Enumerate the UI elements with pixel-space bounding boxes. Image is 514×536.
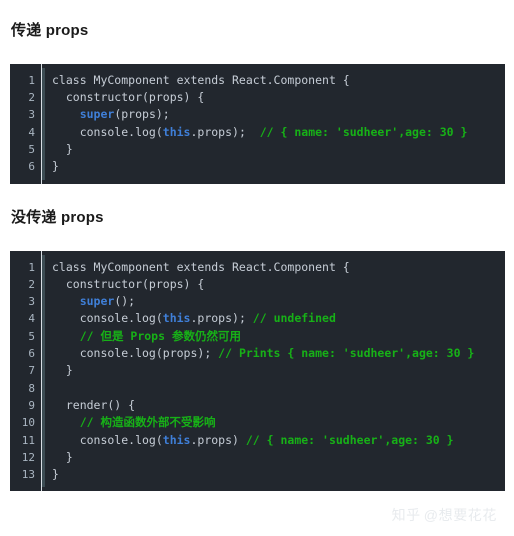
code-token: } bbox=[52, 449, 73, 464]
section-heading-no-props: 没传递 props bbox=[11, 209, 104, 227]
code-block-pass-props: 1 2 3 4 5 6 class MyComponent extends React.C… bbox=[10, 63, 505, 184]
code-token: class MyComponent extends React.Componen… bbox=[52, 259, 350, 274]
line-number-gutter: 1 2 3 4 5 6 bbox=[10, 63, 42, 184]
code-line: } bbox=[52, 449, 505, 466]
code-content[interactable]: class MyComponent extends React.Componen… bbox=[42, 63, 505, 184]
code-line: class MyComponent extends React.Componen… bbox=[52, 72, 505, 89]
code-block-no-props: 1 2 3 4 5 6 7 8 9 10 11 12 13 class MyComponent exte… bbox=[10, 250, 505, 492]
code-token: console.log( bbox=[52, 124, 163, 139]
code-token: } bbox=[52, 159, 59, 174]
code-line: super(props); bbox=[52, 106, 505, 123]
line-number: 5 bbox=[28, 329, 35, 343]
comment-token: // 但是 Props 参数仍然可用 bbox=[79, 328, 241, 343]
comment-token: // Prints { name: 'sudheer',age: 30 } bbox=[218, 346, 475, 361]
line-number: 7 bbox=[28, 364, 35, 378]
line-number: 10 bbox=[21, 416, 35, 430]
code-line: // 构造函数外部不受影响 bbox=[52, 414, 505, 431]
code-token: (); bbox=[114, 294, 136, 309]
keyword-token: this bbox=[162, 124, 191, 139]
line-number: 8 bbox=[28, 381, 35, 395]
comment-token: // { name: 'sudheer',age: 30 } bbox=[245, 432, 454, 447]
code-line: console.log(this.props); // undefined bbox=[52, 310, 505, 327]
watermark-username: @想要花花 bbox=[423, 507, 497, 524]
code-token: .props); bbox=[190, 311, 253, 326]
code-line: } bbox=[52, 141, 505, 158]
watermark-brand: 知乎 bbox=[391, 507, 421, 524]
line-number: 5 bbox=[28, 143, 35, 157]
code-token: console.log( bbox=[52, 432, 163, 447]
article-page: 传递 props 123456 class MyComponent extend… bbox=[0, 12, 514, 536]
code-line: class MyComponent extends React.Componen… bbox=[52, 259, 505, 276]
code-token: constructor(props) { bbox=[52, 276, 205, 291]
line-number: 4 bbox=[28, 125, 35, 139]
code-line: constructor(props) { bbox=[52, 276, 505, 293]
code-line: } bbox=[52, 466, 505, 483]
code-token: (props); bbox=[114, 107, 170, 122]
line-number: 3 bbox=[28, 295, 35, 309]
code-line: console.log(props); // Prints { name: 's… bbox=[52, 345, 505, 362]
line-number-gutter: 1 2 3 4 5 6 7 8 9 10 11 12 13 bbox=[10, 250, 42, 492]
comment-token: // { name: 'sudheer',age: 30 } bbox=[259, 124, 468, 139]
line-number: 2 bbox=[28, 277, 35, 291]
line-number: 9 bbox=[28, 398, 35, 412]
line-number: 1 bbox=[28, 260, 35, 274]
code-token: console.log( bbox=[52, 311, 163, 326]
line-number: 1 bbox=[28, 73, 35, 87]
code-line: constructor(props) { bbox=[52, 89, 505, 106]
code-token: class MyComponent extends React.Componen… bbox=[52, 72, 350, 87]
code-line: console.log(this.props) // { name: 'sudh… bbox=[52, 432, 505, 449]
code-content[interactable]: class MyComponent extends React.Componen… bbox=[42, 250, 505, 492]
code-line: } bbox=[52, 158, 505, 175]
line-number: 6 bbox=[28, 347, 35, 361]
line-number: 3 bbox=[28, 108, 35, 122]
code-token: } bbox=[52, 142, 73, 157]
code-token: .props) bbox=[190, 432, 246, 447]
code-line: console.log(this.props); // { name: 'sud… bbox=[52, 124, 505, 141]
code-token: console.log(props); bbox=[52, 346, 219, 361]
code-line: render() { bbox=[52, 397, 505, 414]
section-heading-pass-props: 传递 props bbox=[11, 22, 89, 40]
line-number: 4 bbox=[28, 312, 35, 326]
code-line: // 但是 Props 参数仍然可用 bbox=[52, 328, 505, 345]
code-token: render() { bbox=[52, 397, 136, 412]
line-number: 6 bbox=[28, 160, 35, 174]
keyword-token: super bbox=[79, 294, 115, 309]
line-number: 11 bbox=[21, 433, 35, 447]
watermark: 知乎 @想要花花 bbox=[392, 505, 497, 525]
keyword-token: this bbox=[162, 432, 191, 447]
line-number: 12 bbox=[21, 450, 35, 464]
comment-token: // undefined bbox=[252, 311, 336, 326]
code-token: constructor(props) { bbox=[52, 90, 205, 105]
comment-token: // 构造函数外部不受影响 bbox=[79, 415, 216, 430]
code-line: } bbox=[52, 362, 505, 379]
code-token: .props); bbox=[190, 124, 260, 139]
code-token: } bbox=[52, 467, 59, 482]
code-line: super(); bbox=[52, 293, 505, 310]
keyword-token: this bbox=[162, 311, 191, 326]
keyword-token: super bbox=[79, 107, 115, 122]
code-token: } bbox=[52, 363, 73, 378]
line-number: 2 bbox=[28, 91, 35, 105]
line-number: 13 bbox=[21, 468, 35, 482]
